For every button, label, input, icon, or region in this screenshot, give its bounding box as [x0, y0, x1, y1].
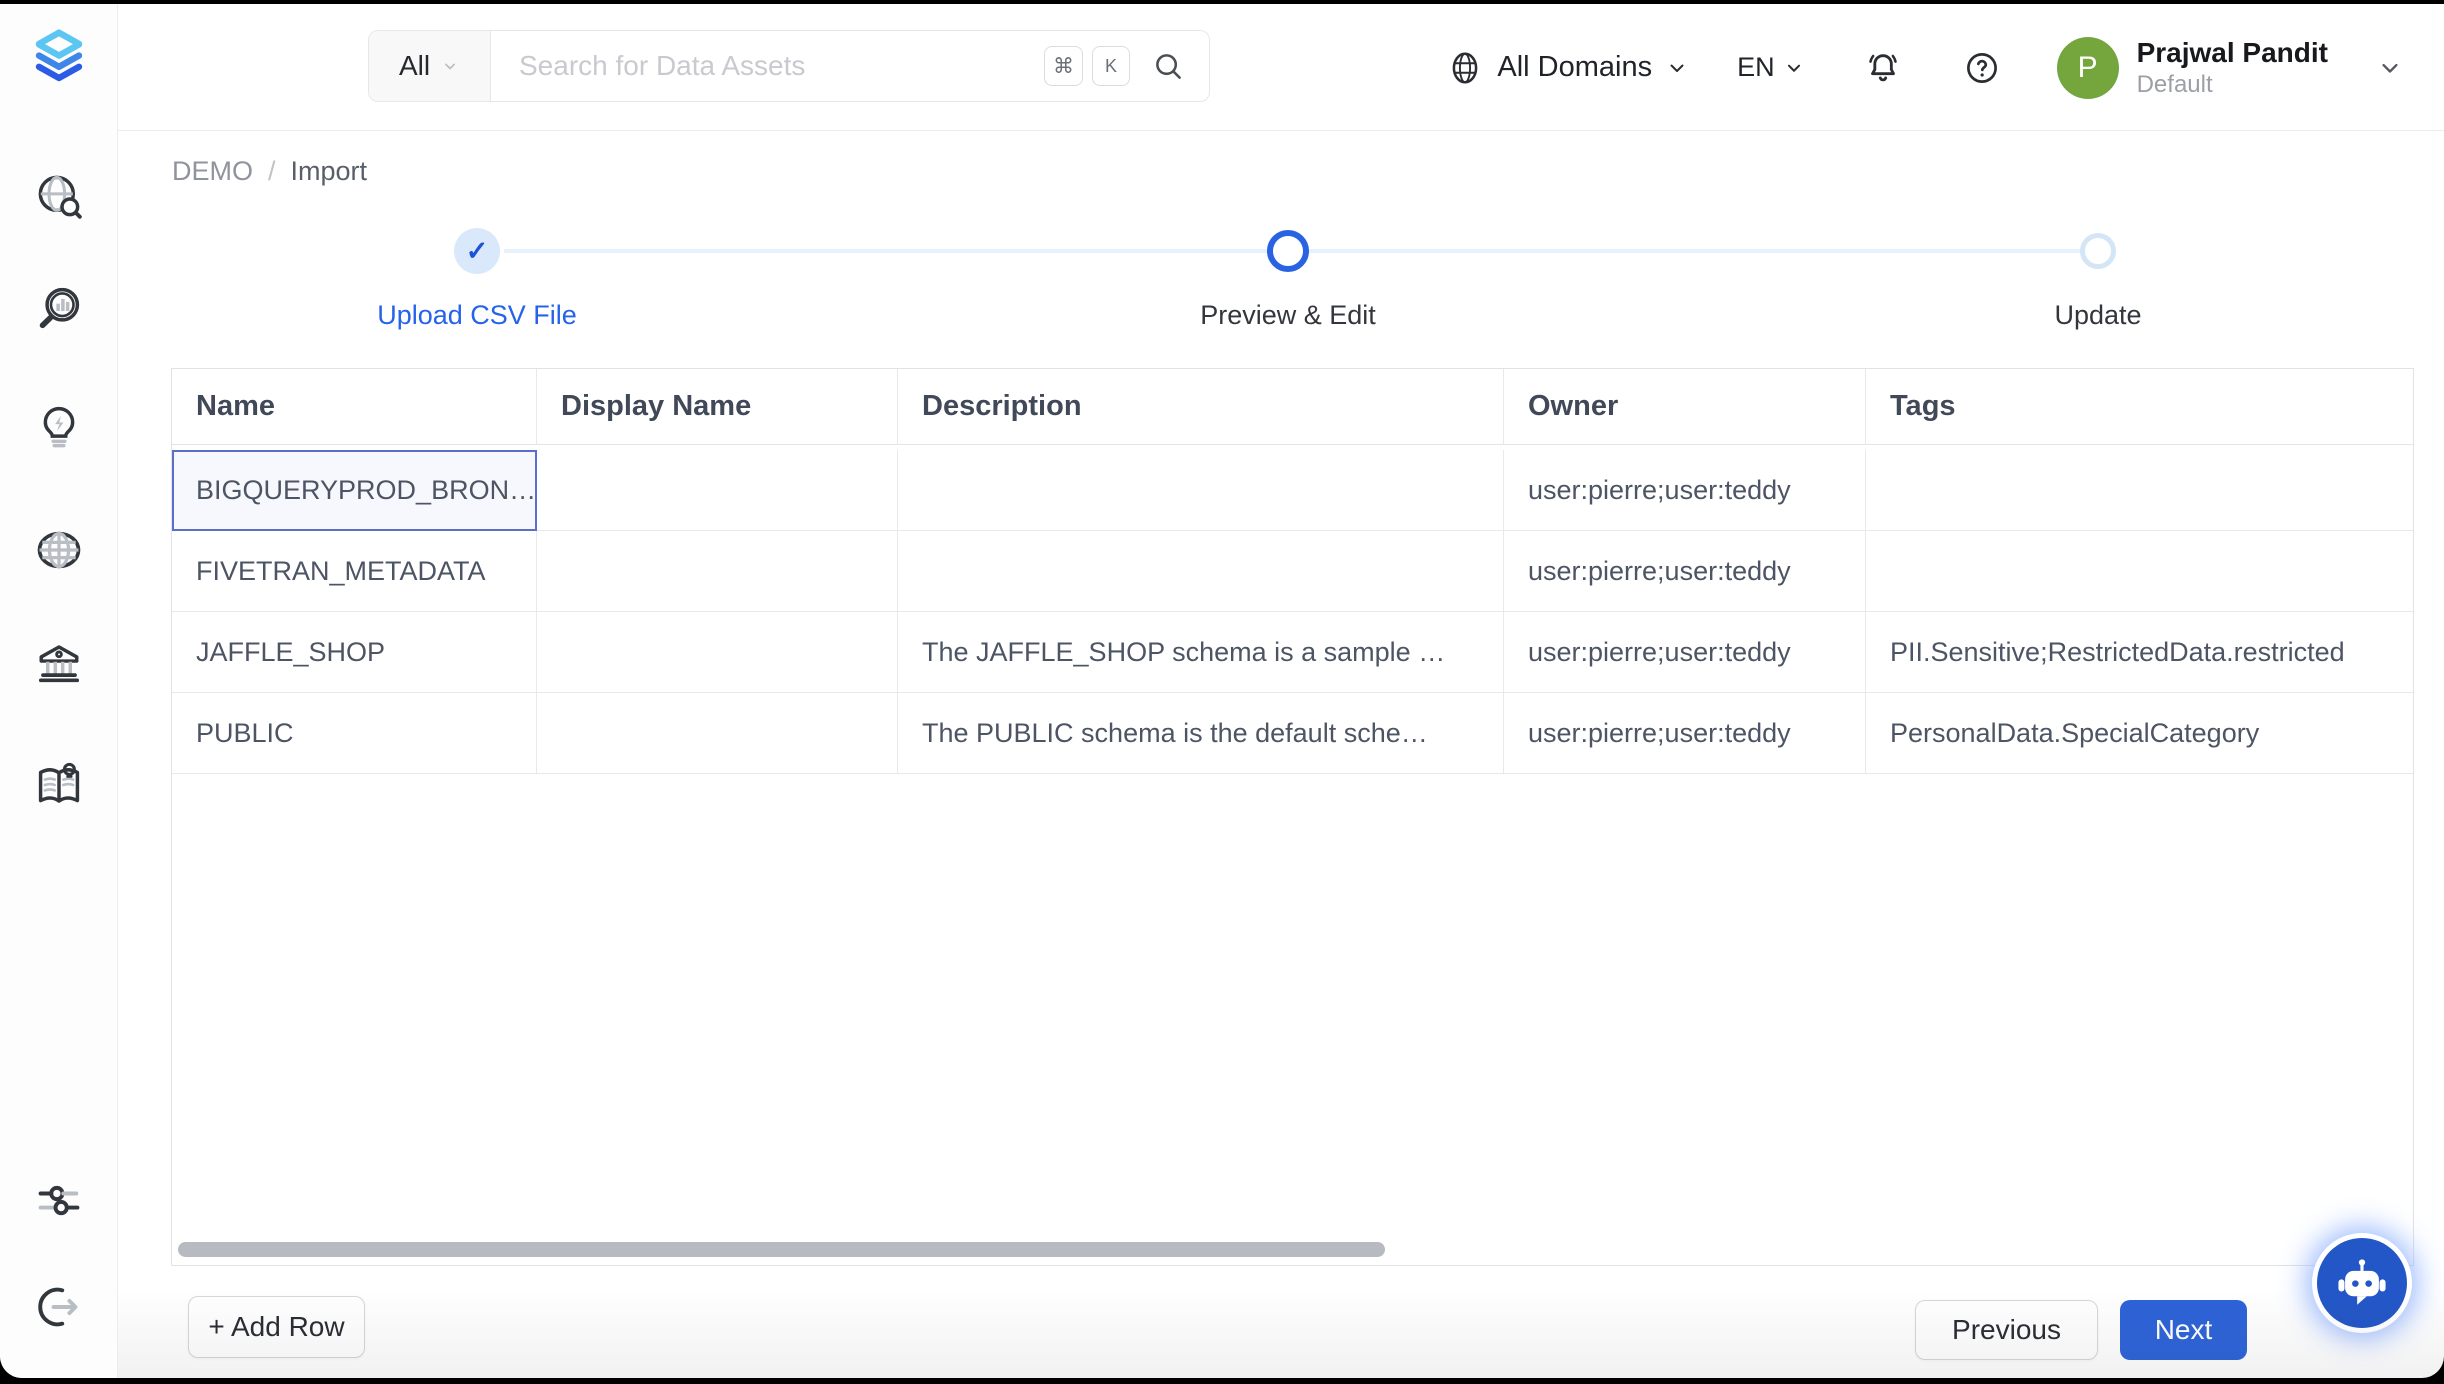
search-scope-dropdown[interactable]: All	[369, 31, 491, 101]
step-label-preview: Preview & Edit	[1200, 300, 1376, 331]
search-input[interactable]	[491, 50, 1044, 82]
breadcrumb-current: Import	[291, 156, 368, 187]
sidebar	[0, 4, 118, 1378]
question-circle-icon	[1963, 49, 2001, 87]
cell-owner[interactable]: user:pierre;user:teddy	[1504, 450, 1866, 531]
sidebar-item-governance[interactable]	[33, 637, 85, 689]
chatbot-circle	[2317, 1238, 2407, 1328]
sidebar-item-domains[interactable]	[33, 524, 85, 576]
cell-tags[interactable]	[1866, 531, 2413, 612]
cell-name[interactable]: FIVETRAN_METADATA	[172, 531, 537, 612]
cmd-key-badge: ⌘	[1044, 46, 1083, 86]
breadcrumb-separator: /	[268, 156, 276, 187]
sidebar-item-intelligence[interactable]	[33, 401, 85, 453]
user-menu[interactable]: P Prajwal Pandit Default	[2057, 36, 2328, 100]
cell-tags[interactable]: PII.Sensitive;RestrictedData.restricted	[1866, 612, 2413, 693]
step-label-upload: Upload CSV File	[377, 300, 577, 331]
sliders-icon	[33, 1174, 85, 1226]
language-dropdown[interactable]: EN	[1737, 52, 1805, 83]
navbar-right-cluster: All Domains EN	[1446, 4, 2404, 131]
app-logo[interactable]	[27, 22, 91, 86]
search-icon[interactable]	[1151, 49, 1185, 83]
global-search: All ⌘ K	[368, 30, 1210, 102]
step-label-update: Update	[2054, 300, 2141, 331]
cell-display-name[interactable]	[537, 531, 898, 612]
chatbot-button[interactable]	[2312, 1233, 2412, 1333]
cell-name[interactable]: PUBLIC	[172, 693, 537, 774]
add-row-button[interactable]: + Add Row	[188, 1296, 365, 1358]
cell-description[interactable]	[898, 531, 1504, 612]
cell-display-name[interactable]	[537, 450, 898, 531]
bell-icon	[1863, 48, 1903, 88]
domains-dropdown[interactable]: All Domains	[1446, 49, 1689, 87]
lightbulb-flash-icon	[33, 401, 85, 453]
user-role: Default	[2137, 71, 2328, 99]
chevron-down-icon[interactable]	[2376, 54, 2404, 82]
step-upload-complete[interactable]: ✓	[454, 228, 500, 274]
robot-icon	[2333, 1254, 2391, 1312]
cell-tags[interactable]: PersonalData.SpecialCategory	[1866, 693, 2413, 774]
step-update-pending[interactable]	[2080, 233, 2116, 269]
sidebar-item-discovery[interactable]	[33, 170, 85, 222]
cell-owner[interactable]: user:pierre;user:teddy	[1504, 612, 1866, 693]
globe-icon	[1446, 49, 1484, 87]
domains-label: All Domains	[1497, 51, 1652, 84]
chevron-down-icon	[1665, 56, 1689, 80]
column-header-name: Name	[172, 369, 537, 445]
cell-owner[interactable]: user:pierre;user:teddy	[1504, 531, 1866, 612]
column-header-display-name: Display Name	[537, 369, 898, 445]
help-button[interactable]	[1963, 49, 2001, 87]
sidebar-item-insights[interactable]	[33, 282, 85, 334]
language-label: EN	[1737, 52, 1775, 83]
chevron-down-icon	[440, 56, 460, 76]
cell-description[interactable]	[898, 450, 1504, 531]
app-window: All ⌘ K All Domains	[0, 4, 2444, 1378]
logout-icon	[33, 1281, 85, 1333]
globe-search-icon	[33, 170, 85, 222]
stepper-connector	[504, 249, 1267, 253]
magnifier-chart-icon	[33, 282, 85, 334]
cell-description[interactable]: The PUBLIC schema is the default sche…	[898, 693, 1504, 774]
cell-display-name[interactable]	[537, 693, 898, 774]
layers-logo-icon	[27, 22, 91, 86]
avatar: P	[2057, 37, 2119, 99]
top-navbar: All ⌘ K All Domains	[118, 4, 2444, 131]
cell-name[interactable]: JAFFLE_SHOP	[172, 612, 537, 693]
cell-owner[interactable]: user:pierre;user:teddy	[1504, 693, 1866, 774]
user-info: Prajwal Pandit Default	[2137, 36, 2328, 100]
notifications-button[interactable]	[1863, 48, 1903, 88]
bank-icon	[33, 637, 85, 689]
horizontal-scrollbar[interactable]	[178, 1242, 1385, 1257]
sidebar-item-settings[interactable]	[33, 1174, 85, 1226]
search-scope-label: All	[399, 50, 430, 82]
stepper-connector	[1309, 249, 2080, 253]
book-bulb-icon	[33, 759, 85, 811]
chevron-down-icon	[1783, 57, 1805, 79]
breadcrumb: DEMO / Import	[172, 156, 367, 187]
user-name: Prajwal Pandit	[2137, 36, 2328, 70]
next-button[interactable]: Next	[2120, 1300, 2247, 1360]
cell-name[interactable]: BIGQUERYPROD_BRON…	[172, 450, 537, 531]
breadcrumb-root[interactable]: DEMO	[172, 156, 253, 187]
check-icon: ✓	[466, 236, 489, 267]
sidebar-item-logout[interactable]	[33, 1281, 85, 1333]
cell-display-name[interactable]	[537, 612, 898, 693]
column-header-owner: Owner	[1504, 369, 1866, 445]
cell-tags[interactable]	[1866, 450, 2413, 531]
column-header-tags: Tags	[1866, 369, 2413, 445]
k-key-badge: K	[1092, 46, 1130, 86]
sidebar-item-knowledge[interactable]	[33, 759, 85, 811]
table-grid: Name Display Name Description Owner Tags…	[172, 369, 2413, 774]
globe-grid-icon	[33, 524, 85, 576]
cell-description[interactable]: The JAFFLE_SHOP schema is a sample …	[898, 612, 1504, 693]
previous-button[interactable]: Previous	[1915, 1300, 2098, 1360]
column-header-description: Description	[898, 369, 1504, 445]
step-preview-active[interactable]	[1267, 230, 1309, 272]
import-preview-table: Name Display Name Description Owner Tags…	[171, 368, 2414, 1266]
